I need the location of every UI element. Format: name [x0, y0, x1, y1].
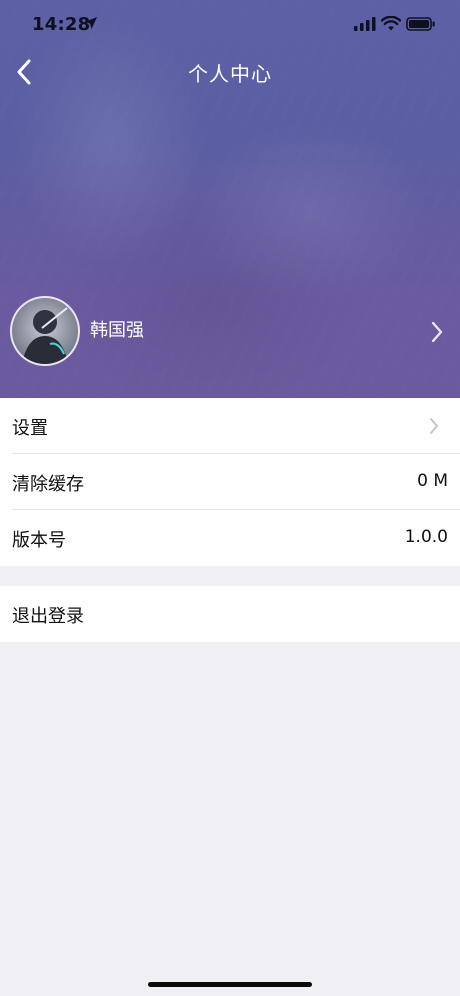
- signal-icon: [354, 17, 376, 31]
- status-time: 14:28: [32, 14, 91, 35]
- list-item-label: 版本号: [12, 530, 66, 551]
- status-bar: 14:28: [0, 10, 460, 42]
- avatar[interactable]: [12, 298, 78, 364]
- logout-group: 退出登录: [0, 586, 460, 642]
- user-name: 韩国强: [90, 320, 144, 341]
- location-arrow-icon: [85, 17, 97, 29]
- profile-row[interactable]: 韩国强: [0, 296, 460, 366]
- logout-label: 退出登录: [12, 606, 84, 627]
- list-item-version: 版本号 1.0.0: [0, 510, 460, 566]
- avatar-image: [12, 298, 78, 364]
- battery-icon: [406, 17, 435, 31]
- cache-size-value: 0 M: [417, 471, 448, 491]
- list-item-label: 清除缓存: [12, 474, 84, 495]
- logout-button[interactable]: 退出登录: [0, 586, 460, 642]
- chevron-right-icon: [431, 321, 443, 343]
- list-item-label: 设置: [12, 418, 48, 439]
- chevron-right-icon: [430, 418, 438, 434]
- list-item-clear-cache[interactable]: 清除缓存 0 M: [0, 454, 460, 510]
- list-item-settings[interactable]: 设置: [0, 398, 460, 454]
- settings-list: 设置 清除缓存 0 M 版本号 1.0.0: [0, 398, 460, 566]
- navigation-bar: 个人中心: [0, 56, 460, 88]
- page-title: 个人中心: [188, 62, 272, 86]
- version-value: 1.0.0: [404, 527, 448, 547]
- wifi-icon: [381, 16, 401, 31]
- home-indicator: [148, 982, 312, 987]
